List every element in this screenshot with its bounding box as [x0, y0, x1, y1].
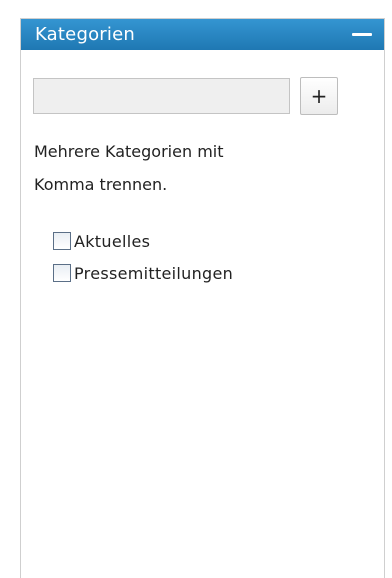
- category-item-aktuelles[interactable]: Aktuelles: [53, 225, 233, 257]
- add-category-button[interactable]: +: [300, 77, 338, 115]
- panel-header: Kategorien: [21, 19, 384, 50]
- category-checkbox[interactable]: [53, 232, 71, 250]
- minus-icon[interactable]: [352, 33, 372, 36]
- category-checklist: Aktuelles Pressemitteilungen: [53, 225, 233, 289]
- hint-line-1: Mehrere Kategorien mit: [34, 142, 224, 161]
- category-input[interactable]: [33, 78, 290, 114]
- category-label: Aktuelles: [74, 231, 151, 251]
- add-category-row: +: [33, 77, 338, 115]
- categories-panel: Kategorien + Mehrere Kategorien mit Komm…: [20, 18, 385, 578]
- category-label: Pressemitteilungen: [74, 263, 234, 283]
- category-checkbox[interactable]: [53, 264, 71, 282]
- category-item-pressemitteilungen[interactable]: Pressemitteilungen: [53, 257, 233, 289]
- panel-title: Kategorien: [35, 24, 135, 45]
- hint-line-2: Komma trennen.: [34, 175, 168, 194]
- category-hint: Mehrere Kategorien mit Komma trennen.: [34, 135, 334, 201]
